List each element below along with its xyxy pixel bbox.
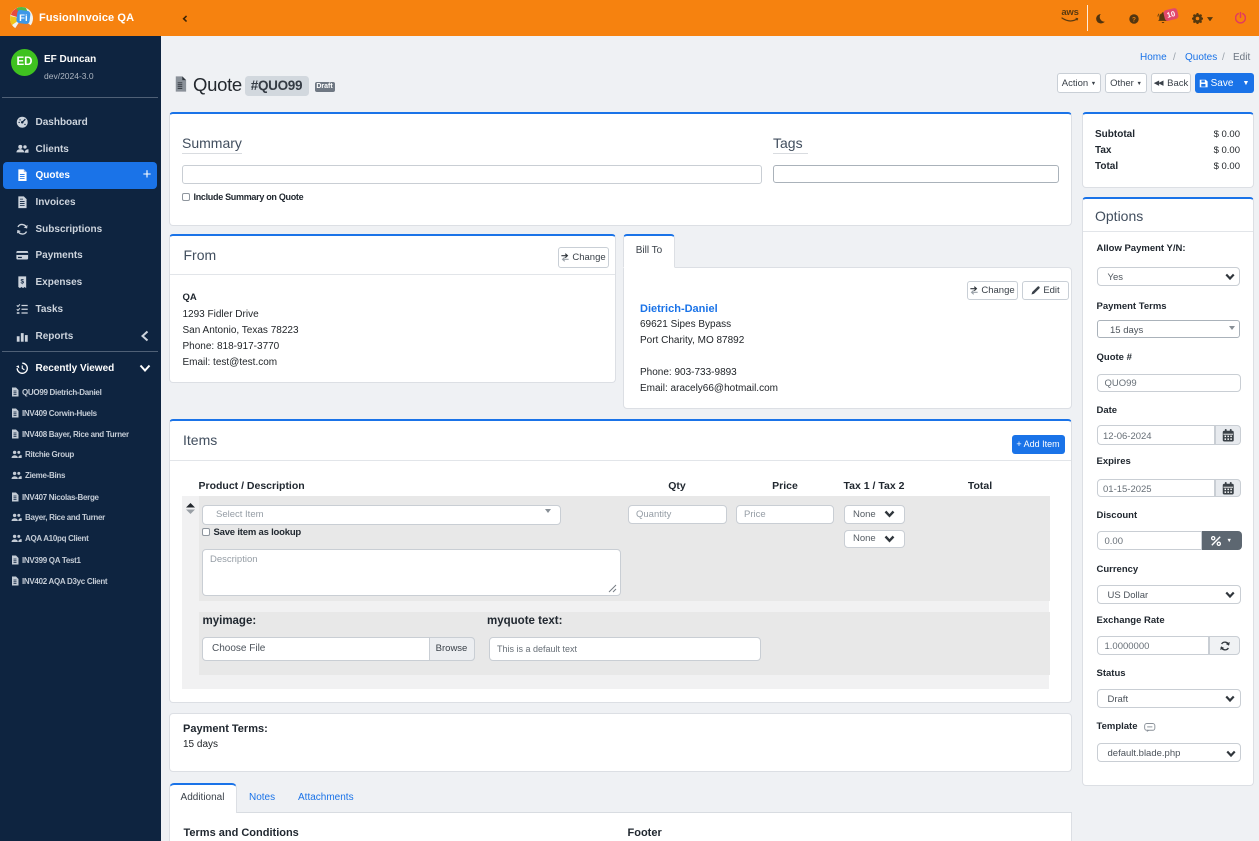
svg-text:$: $ — [21, 279, 25, 286]
svg-text:?: ? — [1132, 16, 1136, 23]
svg-text:Fi: Fi — [19, 13, 27, 24]
